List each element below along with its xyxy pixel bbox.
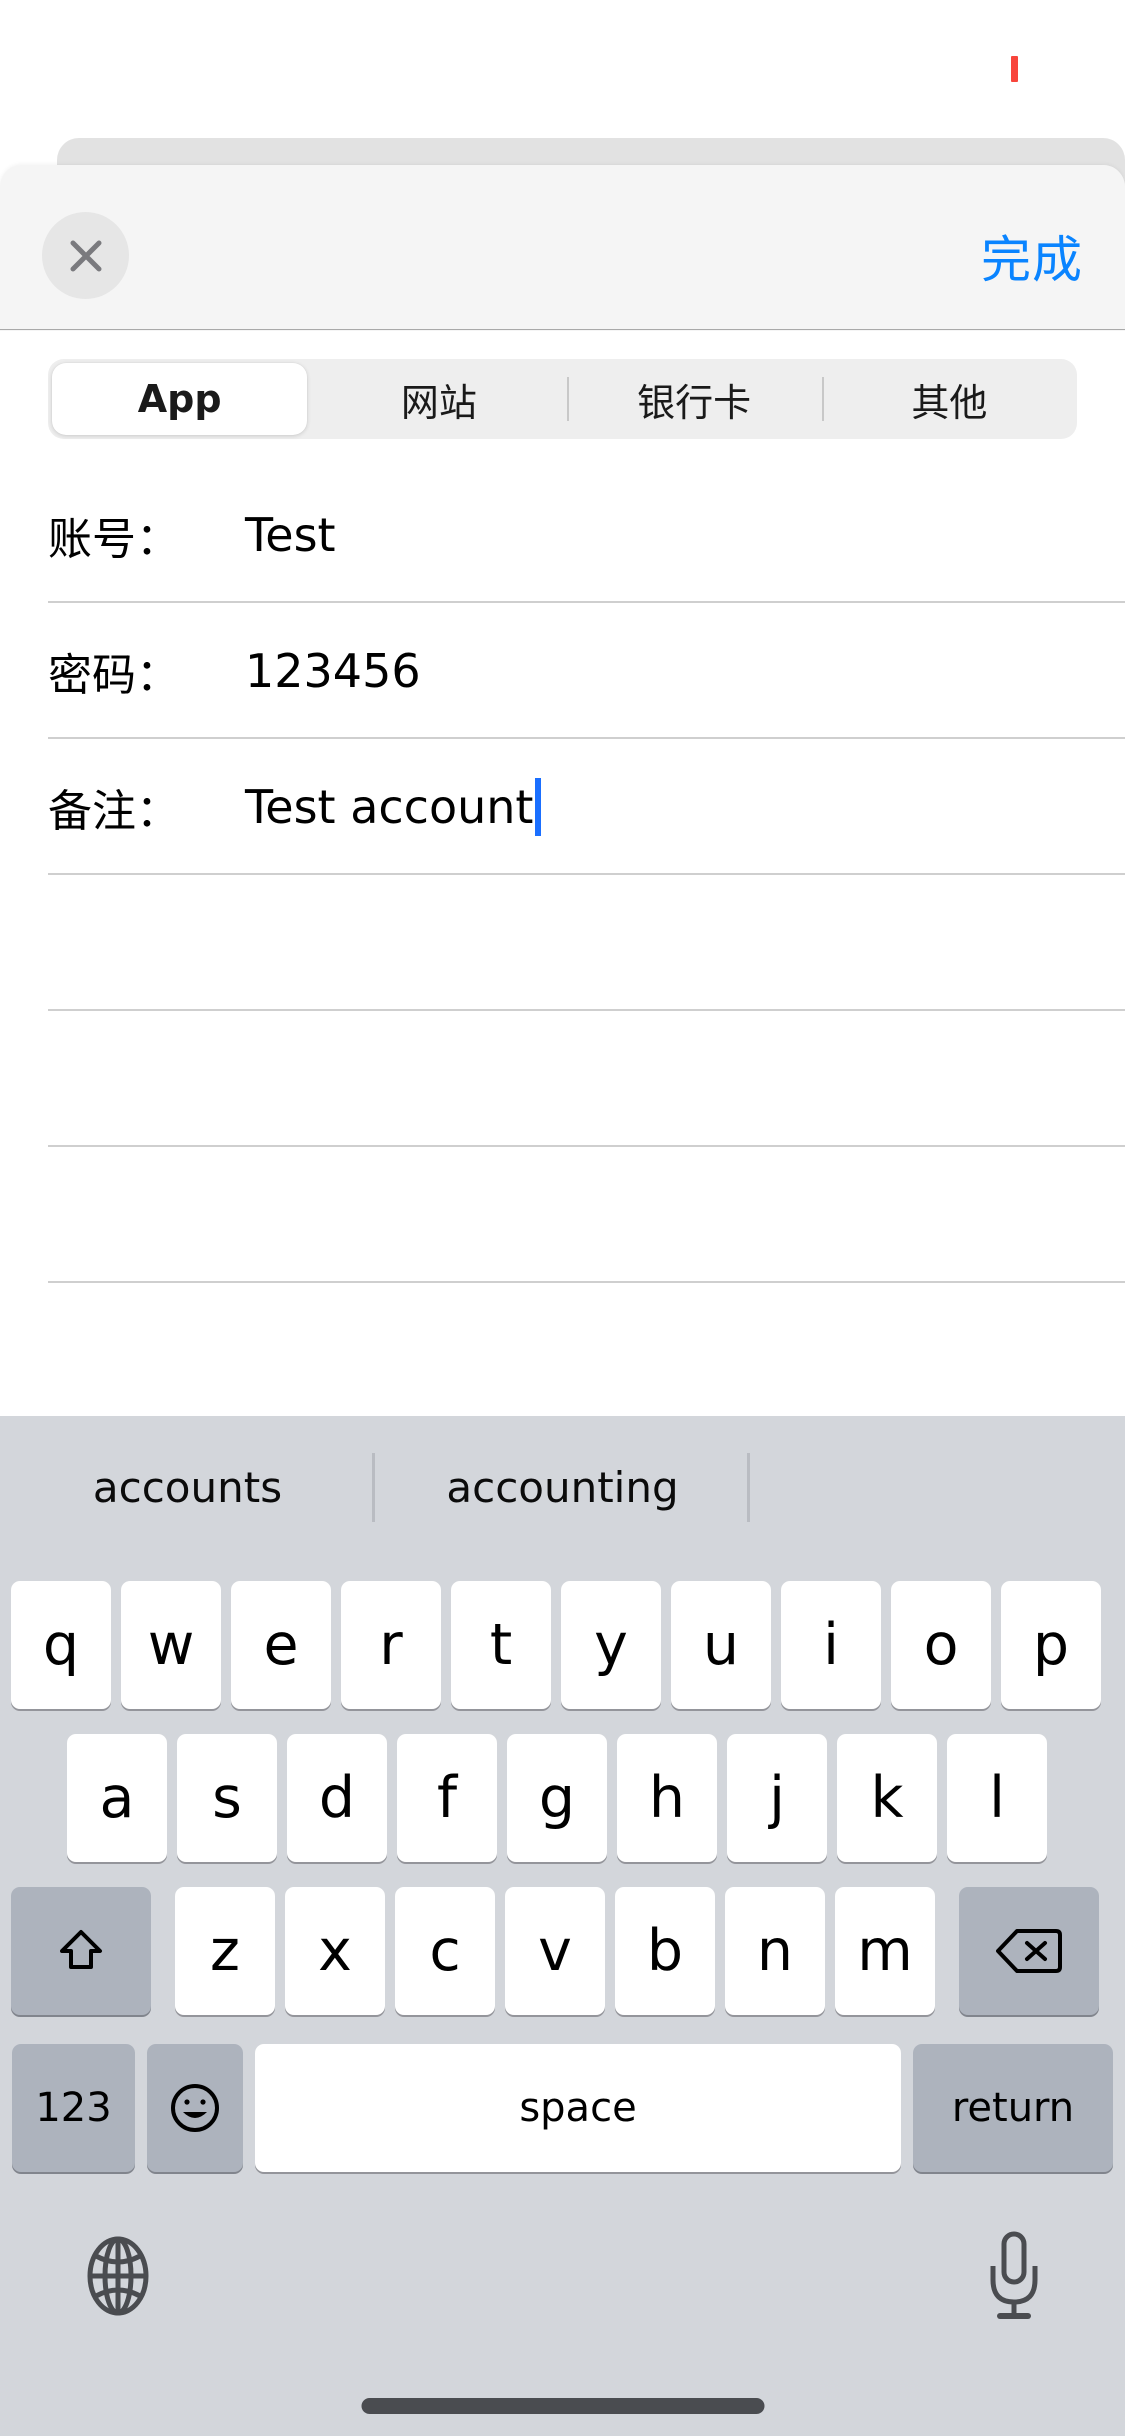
suggestion-item-2[interactable]: accounting xyxy=(375,1416,750,1559)
key-b[interactable]: b xyxy=(615,1887,715,2015)
key-g[interactable]: g xyxy=(507,1734,607,1862)
keyboard-row-1: q w e r t y u i o p xyxy=(0,1581,1125,1709)
close-icon xyxy=(65,235,107,277)
delete-key[interactable] xyxy=(959,1887,1099,2015)
form-row-password[interactable]: 密码： 123456 xyxy=(0,603,1125,739)
suggestion-item-1[interactable]: accounts xyxy=(0,1416,375,1559)
numbers-key[interactable]: 123 xyxy=(12,2044,135,2172)
key-z[interactable]: z xyxy=(175,1887,275,2015)
segment-bankcard[interactable]: 银行卡 xyxy=(566,359,822,439)
key-p[interactable]: p xyxy=(1001,1581,1101,1709)
key-m[interactable]: m xyxy=(835,1887,935,2015)
key-j[interactable]: j xyxy=(727,1734,827,1862)
return-key[interactable]: return xyxy=(913,2044,1113,2172)
keyboard-row-3: z x c v b n m xyxy=(0,1887,1125,2015)
microphone-icon[interactable] xyxy=(983,2230,1045,2322)
account-label: 账号： xyxy=(48,514,180,565)
form-row-note[interactable]: 备注： Test account xyxy=(0,739,1125,875)
key-v[interactable]: v xyxy=(505,1887,605,2015)
done-button[interactable]: 完成 xyxy=(981,212,1083,299)
key-o[interactable]: o xyxy=(891,1581,991,1709)
text-cursor xyxy=(535,778,542,836)
form-row-empty-1[interactable] xyxy=(0,875,1125,1011)
key-d[interactable]: d xyxy=(287,1734,387,1862)
key-y[interactable]: y xyxy=(561,1581,661,1709)
key-s[interactable]: s xyxy=(177,1734,277,1862)
key-q[interactable]: q xyxy=(11,1581,111,1709)
home-indicator[interactable] xyxy=(361,2398,764,2414)
form-row-empty-2[interactable] xyxy=(0,1011,1125,1147)
keyboard-bottom-bar xyxy=(0,2206,1125,2346)
key-f[interactable]: f xyxy=(397,1734,497,1862)
close-button[interactable] xyxy=(42,212,129,299)
autocorrect-suggestion-bar: accounts accounting xyxy=(0,1416,1125,1559)
entry-form: 账号： Test 密码： 123456 备注： Test account xyxy=(0,467,1125,1283)
key-n[interactable]: n xyxy=(725,1887,825,2015)
key-l[interactable]: l xyxy=(947,1734,1047,1862)
emoji-smiley-icon xyxy=(167,2080,223,2136)
key-a[interactable]: a xyxy=(67,1734,167,1862)
status-bar xyxy=(0,0,1125,140)
form-row-empty-3[interactable] xyxy=(0,1147,1125,1283)
key-r[interactable]: r xyxy=(341,1581,441,1709)
keyboard-row-4: 123 space return xyxy=(0,2044,1125,2172)
globe-icon[interactable] xyxy=(80,2234,156,2318)
key-k[interactable]: k xyxy=(837,1734,937,1862)
password-label: 密码： xyxy=(48,650,180,701)
software-keyboard: accounts accounting q w e r t y u i o p … xyxy=(0,1416,1125,2436)
key-h[interactable]: h xyxy=(617,1734,717,1862)
key-e[interactable]: e xyxy=(231,1581,331,1709)
suggestion-item-3[interactable] xyxy=(750,1416,1125,1559)
note-value[interactable]: Test account xyxy=(245,778,542,836)
note-label: 备注： xyxy=(48,786,180,837)
delete-backspace-icon xyxy=(996,1926,1062,1976)
password-value[interactable]: 123456 xyxy=(245,644,421,698)
recording-indicator xyxy=(1011,56,1018,82)
emoji-key[interactable] xyxy=(147,2044,243,2172)
category-segmented-control[interactable]: App 网站 银行卡 其他 xyxy=(48,359,1077,439)
key-t[interactable]: t xyxy=(451,1581,551,1709)
segment-other[interactable]: 其他 xyxy=(821,359,1077,439)
modal-navigation-bar xyxy=(0,165,1125,330)
key-u[interactable]: u xyxy=(671,1581,771,1709)
key-x[interactable]: x xyxy=(285,1887,385,2015)
form-content: App 网站 银行卡 其他 账号： Test 密码： 123456 备注： Te… xyxy=(0,331,1125,1416)
key-i[interactable]: i xyxy=(781,1581,881,1709)
shift-arrow-icon xyxy=(52,1922,110,1980)
segment-website[interactable]: 网站 xyxy=(311,359,566,439)
space-key[interactable]: space xyxy=(255,2044,901,2172)
key-c[interactable]: c xyxy=(395,1887,495,2015)
keyboard-row-2: a s d f g h j k l xyxy=(0,1734,1125,1862)
key-w[interactable]: w xyxy=(121,1581,221,1709)
shift-key[interactable] xyxy=(11,1887,151,2015)
segment-app[interactable]: App xyxy=(52,363,308,435)
account-value[interactable]: Test xyxy=(245,508,336,562)
form-row-account[interactable]: 账号： Test xyxy=(0,467,1125,603)
